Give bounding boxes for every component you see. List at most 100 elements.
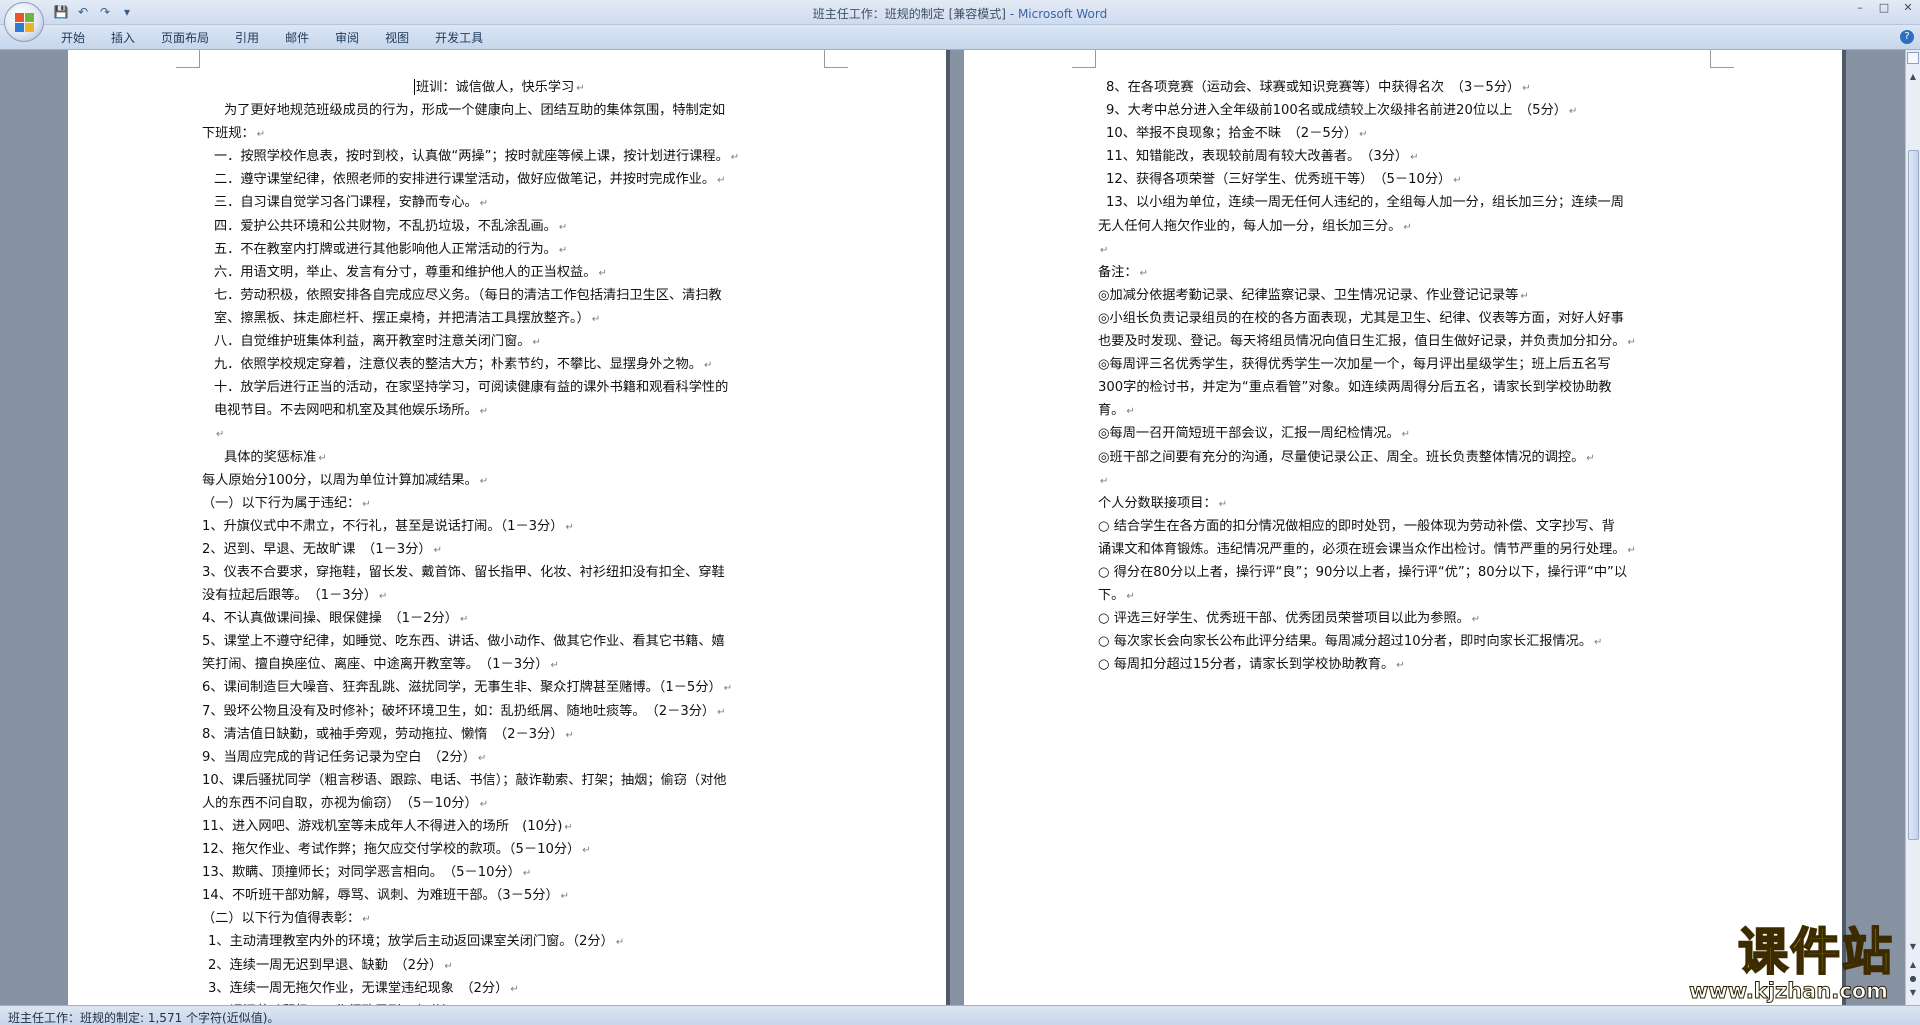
paragraph-mark-icon: ↵ (1471, 614, 1481, 626)
margin-corner (824, 50, 848, 68)
line-text: 7、毁坏公物且没有及时修补；破坏环境卫生，如：乱扔纸屑、随地吐痰等。 （2－3分… (202, 703, 716, 719)
page-1[interactable]: 班训：诚信做人，快乐学习 ↵ 为了更好地规范班级成员的行为，形成一个健康向上、团结互… (68, 50, 946, 1005)
line-text: 8、清洁值日缺勤，或袖手旁观，劳动拖拉、懒惰 （2－3分） (202, 726, 564, 742)
line-text: 三．自习课自觉学习各门课程，安静而专心。 (214, 195, 478, 211)
tab-view[interactable]: 视图 (372, 30, 422, 46)
margin-corner (176, 50, 200, 68)
line-text: 12、获得各项荣誉（三好学生、优秀班干等） （5－10分） (1106, 172, 1452, 188)
paragraph-mark-icon: ↵ (560, 891, 570, 903)
line-text: 6、课间制造巨大噪音、狂奔乱跳、滋扰同学，无事生非、聚众打牌甚至赌博。（1－5分… (202, 680, 722, 696)
paragraph-mark-icon: ↵ (1520, 290, 1529, 302)
document-title: 班主任工作：班规的制定 [兼容模式] (812, 7, 1006, 21)
document-line: 7、毁坏公物且没有及时修补；破坏环境卫生，如：乱扔纸屑、随地吐痰等。 （2－3分… (202, 700, 922, 723)
page-2[interactable]: 8、在各项竞赛（运动会、球赛或知识竞赛等）中获得名次 （3－5分） ↵ 9、大考中总… (964, 50, 1842, 1005)
tab-page-layout[interactable]: 页面布局 (148, 30, 222, 46)
line-text: 8、在各项竞赛（运动会、球赛或知识竞赛等）中获得名次 （3－5分） (1106, 80, 1521, 95)
paragraph-mark-icon: ↵ (598, 267, 607, 279)
paragraph-mark-icon: ↵ (479, 198, 489, 210)
document-line: 十．放学后进行正当的活动，在家坚持学习，可阅读健康有益的课外书籍和观看科学性的 (202, 376, 922, 399)
document-line: 每人原始分100分，以周为单位计算加减结果。 ↵ (202, 469, 922, 492)
document-line: 具体的奖惩标准 ↵ (202, 446, 922, 469)
document-line: ◎每周评三名优秀学生，获得优秀学生一次加星一个，每月评出星级学生；班上后五名写 (1098, 353, 1818, 376)
line-text: ◎小组长负责记录组员的在校的各方面表现，尤其是卫生、纪律、仪表等方面，对好人好事 (1098, 310, 1624, 326)
line-text: ○ 结合学生在各方面的扣分情况做相应的即时处罚，一般体现为劳动补偿、文字抄写、背 (1098, 518, 1615, 534)
tab-references[interactable]: 引用 (222, 30, 272, 46)
line-text: 育。 (1098, 403, 1125, 419)
document-line: 七．劳动积极，依照安排各自完成应尽义务。（每日的清洁工作包括清扫卫生区、清扫教 (202, 284, 922, 307)
document-line: 为了更好地规范班级成员的行为，形成一个健康向上、团结互助的集体氛围，特制定如 (202, 99, 922, 122)
paragraph-mark-icon: ↵ (444, 960, 453, 972)
paragraph-mark-icon: ↵ (558, 244, 568, 256)
document-line: 13、以小组为单位，连续一周无任何人违纪的，全组每人加一分，组长加三分；连续一周 (1098, 191, 1818, 214)
paragraph-mark-icon: ↵ (1218, 498, 1228, 510)
document-line: 13、欺瞒、顶撞师长；对同学恶言相向。 （5－10分） ↵ (202, 861, 922, 884)
line-text: （一）以下行为属于违纪： (202, 495, 361, 511)
vertical-scrollbar[interactable]: ▲ ▼ ▲ ● ▼ (1905, 50, 1920, 1005)
maximize-button[interactable]: □ (1872, 0, 1896, 18)
line-text: 13、以小组为单位，连续一周无任何人违纪的，全组每人加一分，组长加三分；连续一周 (1106, 195, 1624, 211)
minimize-button[interactable]: – (1848, 0, 1872, 18)
tab-home[interactable]: 开始 (48, 30, 98, 46)
line-text: 具体的奖惩标准 (224, 449, 317, 465)
status-word-count[interactable]: 班主任工作：班规的制定: 1,571 个字符(近似值)。 (8, 1009, 279, 1025)
status-bar: 班主任工作：班规的制定: 1,571 个字符(近似值)。 (0, 1005, 1920, 1025)
previous-page-icon[interactable]: ▲ (1906, 958, 1920, 972)
line-text: 11、知错能改，表现较前周有较大改善者。 （3分） (1106, 149, 1409, 165)
line-text: 室、擦黑板、抹走廊栏杆、摆正桌椅，并把清洁工具摆放整齐。） (214, 310, 590, 326)
document-line: 6、课间制造巨大噪音、狂奔乱跳、滋扰同学，无事生非、聚众打牌甚至赌博。（1－5分… (202, 676, 922, 699)
line-text: 3、连续一周无拖欠作业，无课堂违纪现象 （2分） (208, 980, 509, 996)
tab-developer[interactable]: 开发工具 (422, 30, 496, 46)
document-line: 无人任何人拖欠作业的，每人加一分，组长加三分。 ↵ (1098, 215, 1818, 238)
document-line: ◎班干部之间要有充分的沟通，尽量使记录公正、周全。班长负责整体情况的调控。 ↵ (1098, 446, 1818, 469)
document-line: 五．不在教室内打牌或进行其他影响他人正常活动的行为。 ↵ (202, 238, 922, 261)
close-button[interactable]: ✕ (1896, 0, 1920, 18)
line-text: 二．遵守课堂纪律，依照老师的安排进行课堂活动，做好应做笔记，并按时完成作业。 (214, 172, 716, 188)
tab-review[interactable]: 审阅 (322, 30, 372, 46)
document-line: 四．爱护公共环境和公共财物，不乱扔垃圾，不乱涂乱画。 ↵ (202, 215, 922, 238)
document-line: ↵ (1098, 238, 1818, 261)
document-line: 人的东西不问自取，亦视为偷窃） （5－10分） ↵ (202, 792, 922, 815)
line-text: 9、当周应完成的背记任务记录为空白 （2分） (202, 749, 476, 765)
scrollbar-thumb[interactable] (1908, 150, 1919, 840)
line-text: 为了更好地规范班级成员的行为，形成一个健康向上、团结互助的集体氛围，特制定如 (224, 103, 726, 119)
ribbon-tabs: 开始 插入 页面布局 引用 邮件 审阅 视图 开发工具 (48, 30, 496, 46)
line-text: 九．依照学校规定穿着，注意仪表的整洁大方；朴素节约，不攀比、显摆身外之物。 (214, 357, 702, 373)
line-text: 电视节目。不去网吧和机室及其他娱乐场所。 (214, 403, 478, 419)
paragraph-mark-icon: ↵ (565, 521, 574, 533)
line-text: 10、课后骚扰同学（粗言秽语、跟踪、电话、书信）；敲诈勒索、打架；抽烟；偷窃（对… (202, 772, 727, 788)
document-line: 下班规： ↵ (202, 122, 922, 145)
document-line: 诵课文和体育锻炼。违纪情况严重的，必须在班会课当众作出检讨。情节严重的另行处理。… (1098, 538, 1818, 561)
line-text: 一．按照学校作息表，按时到校，认真做“两操”；按时就座等候上课，按计划进行课程。 (214, 149, 729, 165)
line-text: ◎每周一召开简短班干部会议，汇报一周纪检情况。 (1098, 426, 1400, 442)
page-shadow (946, 50, 950, 1005)
title-bar: 💾 ↶ ↷ ▾ 班主任工作：班规的制定 [兼容模式] - Microsoft W… (0, 0, 1920, 25)
paragraph-mark-icon: ↵ (717, 706, 726, 718)
tab-insert[interactable]: 插入 (98, 30, 148, 46)
document-line: 1、主动清理教室内外的环境；放学后主动返回课室关闭门窗。（2分） ↵ (202, 930, 922, 953)
paragraph-mark-icon: ↵ (717, 175, 726, 187)
watermark-logo: 课件站 www.kjzhan.com (1662, 922, 1902, 1004)
line-text: 四．爱护公共环境和公共财物，不乱扔垃圾，不乱涂乱画。 (214, 218, 557, 234)
help-icon[interactable]: ? (1900, 30, 1914, 44)
document-line: 也要及时发现、登记。每天将组员情况向值日生汇报，值日生做好记录，并负责加分扣分。… (1098, 330, 1818, 353)
scroll-up-icon[interactable]: ▲ (1906, 70, 1920, 84)
ruler-toggle-button[interactable] (1907, 52, 1919, 64)
office-button[interactable] (4, 2, 44, 42)
window-title: 班主任工作：班规的制定 [兼容模式] - Microsoft Word (812, 7, 1108, 21)
line-text: 无人任何人拖欠作业的，每人加一分，组长加三分。 (1098, 218, 1402, 234)
line-text: 下班规： (202, 126, 255, 142)
document-line: ↵ (1098, 469, 1818, 492)
tab-mailings[interactable]: 邮件 (272, 30, 322, 46)
paragraph-mark-icon: ↵ (550, 660, 559, 672)
document-area: 班训：诚信做人，快乐学习 ↵ 为了更好地规范班级成员的行为，形成一个健康向上、团结互… (0, 50, 1905, 1005)
line-text: 五．不在教室内打牌或进行其他影响他人正常活动的行为。 (214, 241, 557, 257)
document-line: ◎小组长负责记录组员的在校的各方面表现，尤其是卫生、纪律、仪表等方面，对好人好事 (1098, 307, 1818, 330)
page-shadow (1842, 50, 1846, 1005)
next-page-icon[interactable]: ▼ (1906, 986, 1920, 1000)
scroll-down-icon[interactable]: ▼ (1906, 940, 1920, 954)
browse-object-icon[interactable]: ● (1906, 972, 1920, 986)
paragraph-mark-icon: ↵ (362, 914, 371, 926)
document-line: ○ 每周扣分超过15分者，请家长到学校协助教育。 ↵ (1098, 653, 1818, 676)
page-1-text: 班训：诚信做人，快乐学习 ↵ 为了更好地规范班级成员的行为，形成一个健康向上、团结互… (202, 76, 922, 1005)
document-line: ◎每周一召开简短班干部会议，汇报一周纪检情况。 ↵ (1098, 422, 1818, 445)
